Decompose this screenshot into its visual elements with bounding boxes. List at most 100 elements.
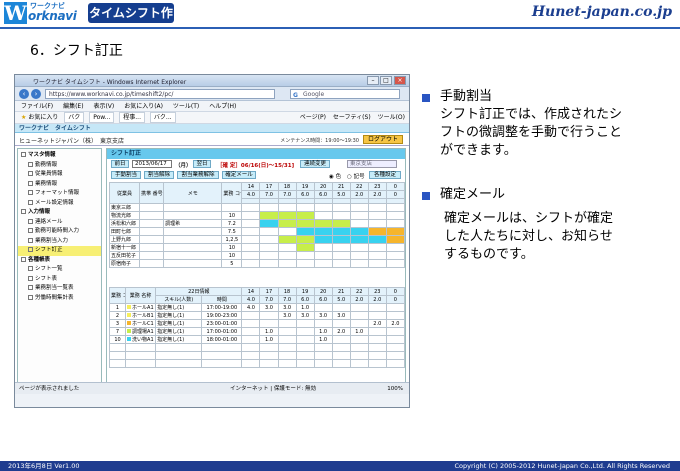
shift-cell[interactable] bbox=[295, 259, 315, 268]
shift-cell[interactable] bbox=[349, 211, 369, 220]
back-icon[interactable]: ‹ bbox=[19, 89, 29, 99]
favorites-label[interactable]: お気に入り bbox=[28, 114, 58, 121]
shift-cell[interactable] bbox=[259, 251, 279, 260]
shift-cell[interactable] bbox=[259, 203, 279, 212]
next-day-button[interactable]: 翌日 bbox=[193, 160, 211, 168]
tab-3[interactable]: 程事... bbox=[119, 112, 145, 123]
maximize-icon[interactable]: □ bbox=[380, 76, 392, 85]
shift-cell[interactable] bbox=[313, 203, 333, 212]
table-row[interactable]: 7 調理場A1 指定無し(1) 17:00-01:00 1.0 1.0 2.0 1.0 bbox=[108, 327, 405, 336]
shift-cell[interactable] bbox=[367, 243, 387, 252]
shift-cell[interactable] bbox=[277, 219, 297, 228]
prev-day-button[interactable]: 前日 bbox=[111, 160, 129, 168]
table-row[interactable]: 10 洗い物A1 指定無し(1) 18:00-01:00 1.0 1.0 bbox=[108, 335, 405, 344]
shift-cell[interactable] bbox=[331, 251, 351, 260]
table-row[interactable]: 新宿十一郎 10 bbox=[108, 243, 405, 252]
manual-assign-button[interactable]: 手動割当 bbox=[111, 171, 141, 179]
logout-button[interactable]: ログアウト bbox=[363, 135, 403, 144]
shift-cell[interactable] bbox=[367, 203, 387, 212]
date-input[interactable]: 2013/06/17 bbox=[132, 160, 172, 168]
address-input[interactable]: https://www.worknavi.co.jp/timeshift2/pc… bbox=[45, 89, 275, 99]
shift-cell[interactable] bbox=[259, 211, 279, 220]
tools-menu[interactable]: ツール(O) bbox=[378, 114, 405, 121]
shift-cell[interactable] bbox=[295, 235, 315, 244]
shift-cell[interactable] bbox=[331, 235, 351, 244]
confirm-mail-button[interactable]: 確定メール bbox=[222, 171, 256, 179]
minimize-icon[interactable]: – bbox=[367, 76, 379, 85]
menu-view[interactable]: 表示(V) bbox=[93, 103, 114, 110]
menu-edit[interactable]: 編集(E) bbox=[63, 103, 83, 110]
change-button[interactable]: 連続変更 bbox=[300, 160, 330, 168]
table-row[interactable]: 物流光郎 10 bbox=[108, 211, 405, 220]
shift-cell[interactable] bbox=[241, 251, 261, 260]
shift-cell[interactable] bbox=[331, 243, 351, 252]
shift-cell[interactable] bbox=[385, 259, 405, 268]
shift-cell[interactable] bbox=[331, 211, 351, 220]
shift-cell[interactable] bbox=[277, 259, 297, 268]
shift-cell[interactable] bbox=[241, 203, 261, 212]
shift-cell[interactable] bbox=[313, 259, 333, 268]
shift-cell[interactable] bbox=[313, 211, 333, 220]
shift-cell[interactable] bbox=[331, 227, 351, 236]
shift-cell[interactable] bbox=[367, 235, 387, 244]
sidebar-item-4[interactable]: フォーマット情報 bbox=[18, 189, 101, 199]
store-select[interactable]: 東京支店 bbox=[347, 160, 397, 168]
sidebar-item-9[interactable]: 業務割当入力 bbox=[18, 237, 101, 247]
shift-cell[interactable] bbox=[259, 235, 279, 244]
table-row[interactable]: 上野九郎 1,2,5 bbox=[108, 235, 405, 244]
shift-cell[interactable] bbox=[367, 211, 387, 220]
shift-cell[interactable] bbox=[277, 203, 297, 212]
shift-cell[interactable] bbox=[241, 259, 261, 268]
menu-tools[interactable]: ツール(T) bbox=[173, 103, 199, 110]
tab-1[interactable]: バク bbox=[64, 112, 85, 123]
shift-cell[interactable] bbox=[259, 219, 279, 228]
shift-cell[interactable] bbox=[385, 243, 405, 252]
tab-4[interactable]: バク... bbox=[149, 112, 176, 123]
sidebar-item-5[interactable]: メール設定情報 bbox=[18, 199, 101, 209]
shift-cell[interactable] bbox=[385, 227, 405, 236]
shift-cell[interactable] bbox=[295, 211, 315, 220]
table-row[interactable]: 2 ホールB1 指定無し(1) 19:00-23:00 3.0 3.0 3.0 3.0 bbox=[108, 311, 405, 320]
forward-icon[interactable]: › bbox=[31, 89, 41, 99]
table-row[interactable]: 1 ホールA1 指定無し(1) 17:00-19:00 4.0 3.0 3.0 1.0 bbox=[108, 303, 405, 312]
shift-cell[interactable] bbox=[277, 227, 297, 236]
shift-cell[interactable] bbox=[277, 243, 297, 252]
shift-cell[interactable] bbox=[241, 211, 261, 220]
sidebar-item-3[interactable]: 業務情報 bbox=[18, 180, 101, 190]
sidebar-item-10[interactable]: シフト訂正 bbox=[18, 246, 101, 256]
shift-cell[interactable] bbox=[367, 219, 387, 228]
shift-cell[interactable] bbox=[385, 251, 405, 260]
tab-2[interactable]: Pow... bbox=[89, 112, 115, 123]
shift-cell[interactable] bbox=[295, 251, 315, 260]
table-row[interactable]: 五反田花子 10 bbox=[108, 251, 405, 260]
sidebar-item-2[interactable]: 従業員情報 bbox=[18, 170, 101, 180]
shift-cell[interactable] bbox=[349, 243, 369, 252]
shift-cell[interactable] bbox=[385, 211, 405, 220]
shift-cell[interactable] bbox=[313, 235, 333, 244]
table-row[interactable]: 3 ホールC1 指定無し(1) 23:00-01:00 2.0 2.0 bbox=[108, 319, 405, 328]
zoom-level[interactable]: 100% bbox=[387, 383, 403, 395]
shift-cell[interactable] bbox=[385, 219, 405, 228]
shift-cell[interactable] bbox=[295, 227, 315, 236]
table-row[interactable]: 浜松和六郎 調理希 7.2 bbox=[108, 219, 405, 228]
shift-cell[interactable] bbox=[277, 251, 297, 260]
shift-cell[interactable] bbox=[331, 203, 351, 212]
radio-color[interactable]: ◉ 色 bbox=[329, 172, 341, 180]
menu-help[interactable]: ヘルプ(H) bbox=[209, 103, 236, 110]
menu-favorites[interactable]: お気に入り(A) bbox=[124, 103, 163, 110]
shift-cell[interactable] bbox=[277, 235, 297, 244]
unassign-task-button[interactable]: 割当業務解除 bbox=[177, 171, 219, 179]
sidebar-item-6[interactable]: 入力情報 bbox=[18, 208, 101, 218]
shift-cell[interactable] bbox=[331, 259, 351, 268]
shift-cell[interactable] bbox=[349, 227, 369, 236]
settings-button[interactable]: 各種設定 bbox=[369, 171, 401, 179]
sidebar-item-0[interactable]: マスタ情報 bbox=[18, 151, 101, 161]
sidebar-item-13[interactable]: シフト表 bbox=[18, 275, 101, 285]
shift-cell[interactable] bbox=[241, 227, 261, 236]
shift-cell[interactable] bbox=[313, 227, 333, 236]
shift-cell[interactable] bbox=[349, 203, 369, 212]
star-icon[interactable]: ★ bbox=[21, 114, 26, 121]
shift-cell[interactable] bbox=[367, 259, 387, 268]
shift-cell[interactable] bbox=[295, 203, 315, 212]
sidebar-item-11[interactable]: 各種帳表 bbox=[18, 256, 101, 266]
